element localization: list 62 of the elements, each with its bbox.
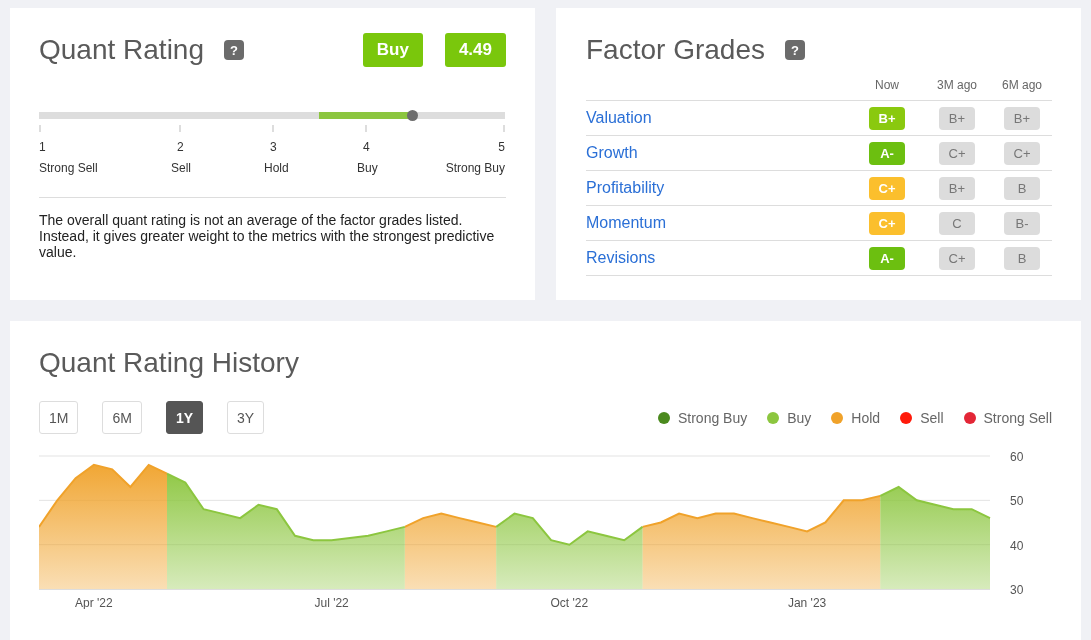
grade-badge: B+ (939, 176, 975, 200)
column-header: Now (852, 78, 922, 101)
grade-badge: C+ (939, 141, 975, 165)
scale-number: 4 (362, 140, 370, 154)
grade-badge: C+ (1004, 141, 1040, 165)
rating-score: 4.49 (444, 33, 506, 67)
card-title: Quant Rating History (39, 347, 300, 379)
y-axis-label: 50 (1010, 494, 1024, 509)
y-axis-label: 60 (1010, 450, 1024, 464)
grade-badge: C (939, 211, 975, 235)
x-axis-label: Oct '22 (550, 596, 589, 609)
grade-badge: B+ (1004, 106, 1040, 130)
grade-badge: C+ (939, 246, 975, 270)
factor-link[interactable]: Profitability (586, 179, 665, 197)
column-header: 3M ago (922, 78, 992, 101)
scale-number: 3 (269, 140, 277, 154)
x-axis-label: Jul '22 (314, 596, 349, 609)
scale-label: Hold (264, 161, 289, 175)
grade-badge: C+ (869, 176, 905, 200)
tick-mark (179, 125, 181, 132)
rating-note: The overall quant rating is not an average of the factor grades listed. Instead, it gives greater weight to the metrics with the strongest predictive value. (39, 197, 506, 260)
scale-number: 5 (498, 140, 505, 154)
grade-badge: C+ (869, 211, 905, 235)
legend-label: Strong Sell (983, 409, 1052, 426)
legend-label: Buy (787, 409, 812, 426)
period-button[interactable]: 6M (102, 401, 142, 434)
rating-label: Buy (362, 33, 423, 67)
factor-link[interactable]: Revisions (586, 249, 656, 267)
scale-label: Buy (357, 161, 378, 175)
period-button[interactable]: 1M (39, 401, 79, 434)
y-axis-label: 40 (1010, 538, 1024, 553)
legend-label: Sell (920, 409, 944, 426)
grade-badge: B+ (869, 106, 905, 130)
scale-label: Sell (171, 161, 191, 175)
tick-mark (39, 125, 41, 132)
grade-badge: A- (869, 141, 905, 165)
scale-number: 1 (39, 140, 47, 154)
scale-label: Strong Buy (445, 161, 505, 175)
help-icon[interactable]: ? (784, 40, 805, 60)
x-axis-label: Jan '23 (787, 596, 827, 609)
card-title: Quant Rating (39, 34, 204, 66)
x-axis-label: Apr '22 (75, 596, 113, 609)
legend-label: Hold (851, 409, 881, 426)
factor-link[interactable]: Growth (586, 144, 638, 162)
period-button[interactable]: 1Y (165, 401, 204, 434)
period-button[interactable]: 3Y (227, 401, 265, 434)
grade-badge: B- (1004, 211, 1040, 235)
grade-badge: B (1004, 246, 1040, 270)
factor-link[interactable]: Valuation (586, 109, 652, 127)
y-axis-label: 30 (1010, 583, 1024, 597)
tick-mark (272, 125, 274, 132)
legend-label: Strong Buy (677, 409, 748, 426)
grade-badge: A- (869, 246, 905, 270)
tick-mark (365, 125, 367, 132)
column-header: 6M ago (992, 78, 1052, 101)
factor-link[interactable]: Momentum (586, 214, 667, 232)
grade-badge: B (1004, 176, 1040, 200)
tick-mark (503, 125, 505, 132)
grade-badge: B+ (939, 106, 975, 130)
card-title: Factor Grades (586, 34, 765, 66)
help-icon[interactable]: ? (224, 40, 244, 60)
scale-number: 2 (176, 140, 184, 154)
